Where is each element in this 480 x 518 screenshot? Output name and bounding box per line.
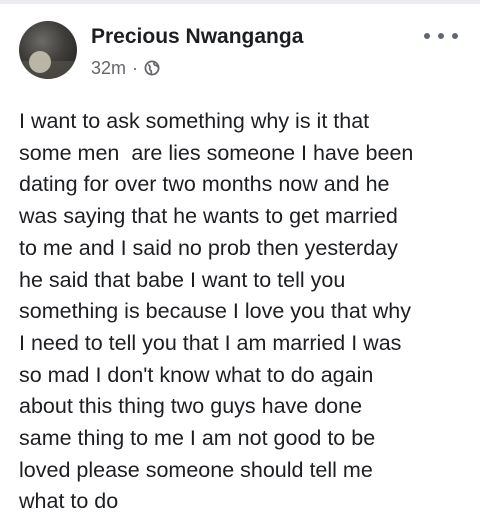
post-body-line: dating for over two months now and he bbox=[19, 172, 390, 197]
more-dot bbox=[438, 33, 444, 39]
more-options-icon[interactable] bbox=[424, 26, 458, 46]
post-body-line: so mad I don't know what to do again bbox=[19, 362, 374, 387]
post-body-line: I need to tell you that I am married I w… bbox=[19, 330, 402, 355]
post-body-line: some men are lies someone I have been bbox=[19, 140, 414, 165]
globe-icon[interactable] bbox=[144, 60, 160, 76]
post-body-line: to me and I said no prob then yesterday bbox=[19, 235, 398, 260]
more-dot bbox=[452, 33, 458, 39]
post-body-line: he said that babe I want to tell you bbox=[19, 267, 346, 292]
avatar-photo-face bbox=[29, 51, 51, 73]
post-timestamp[interactable]: 32m bbox=[91, 57, 126, 79]
post-header: Precious Nwanganga 32m · bbox=[0, 0, 480, 92]
post-body-line: what to do bbox=[19, 489, 119, 514]
meta-separator: · bbox=[132, 58, 139, 78]
post-body-line: same thing to me I am not good to be bbox=[19, 426, 376, 451]
post-card: Precious Nwanganga 32m · I want to ask s… bbox=[0, 0, 480, 513]
author-avatar[interactable] bbox=[19, 21, 77, 79]
more-dot bbox=[424, 33, 430, 39]
post-body-line: loved please someone should tell me bbox=[19, 457, 373, 482]
post-body: I want to ask something why is it that s… bbox=[19, 106, 465, 518]
post-body-line: was saying that he wants to get married bbox=[19, 204, 398, 229]
author-name[interactable]: Precious Nwanganga bbox=[91, 24, 303, 50]
post-body-line: about this thing two guys have done bbox=[19, 394, 363, 419]
post-body-line: I want to ask something why is it that bbox=[19, 109, 370, 133]
post-meta: 32m · bbox=[91, 57, 160, 79]
post-body-line: something is because I love you that why bbox=[19, 299, 411, 324]
